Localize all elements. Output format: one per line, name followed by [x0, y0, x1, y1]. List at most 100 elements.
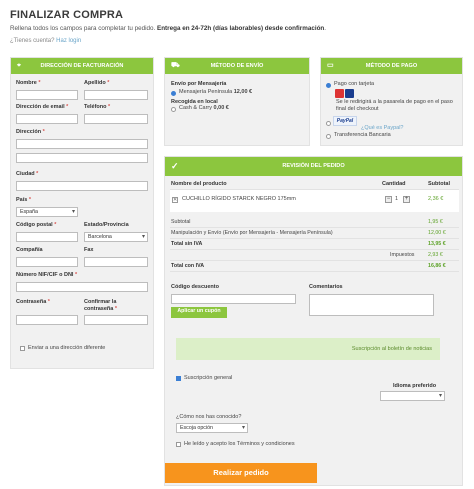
otra-direccion-label: Enviar a una dirección diferente	[28, 345, 106, 351]
check-icon: ✓	[171, 161, 179, 171]
nif-label: Número NIF/CIF o DNI *	[16, 272, 78, 278]
fax-input[interactable]	[84, 257, 148, 267]
location-icon: ⌖	[17, 62, 21, 69]
ciudad-input[interactable]	[16, 181, 148, 191]
apellido-input[interactable]	[84, 90, 148, 100]
paypal-info-link[interactable]: ¿Qué es Paypal?	[361, 125, 404, 131]
page-subtitle: Rellena todos los campos para completar …	[10, 25, 327, 32]
totals-row-label: Subtotal	[171, 219, 191, 225]
totals-row-label: Impuestos	[390, 252, 415, 258]
mensajeria-option: Mensajería Península 12,00 €	[179, 89, 253, 95]
newsletter-checkbox[interactable]	[176, 376, 181, 381]
totals-row: Manipulación y Envío (Envío por Mensajer…	[170, 228, 459, 239]
transferencia-option: Transferencia Bancaria	[334, 132, 391, 138]
discount-input[interactable]	[171, 294, 296, 304]
remove-product-icon[interactable]: ✕	[172, 197, 178, 203]
fax-label: Fax	[84, 247, 94, 253]
email-input[interactable]	[16, 114, 78, 124]
confirmar-label-line2: contraseña *	[84, 306, 118, 312]
newsletter-banner-text: Suscripción al boletín de noticias	[351, 346, 432, 352]
cash-carry-radio[interactable]	[171, 107, 176, 112]
billing-panel: ⌖ DIRECCIÓN DE FACTURACIÓN Nombre * Apell…	[10, 57, 154, 369]
pais-select[interactable]: España	[16, 207, 78, 217]
contrasena-input[interactable]	[16, 315, 78, 325]
direccion-input-2[interactable]	[16, 153, 148, 163]
nombre-input[interactable]	[16, 90, 78, 100]
page-title: FINALIZAR COMPRA	[10, 9, 124, 21]
col-subtotal-header: Subtotal	[428, 181, 450, 187]
provincia-label: Estado/Provincia	[84, 222, 129, 228]
language-select[interactable]	[380, 391, 445, 401]
totals-row-label: Manipulación y Envío (Envío por Mensajer…	[171, 230, 333, 236]
card-logos-icon	[335, 89, 355, 98]
tarjeta-radio[interactable]	[326, 83, 331, 88]
language-label: Idioma preferido	[393, 383, 437, 389]
shipping-header: ⛟ MÉTODO DE ENVÍO	[165, 58, 309, 74]
telefono-label: Teléfono *	[84, 104, 111, 110]
totals-list: Subtotal 1,95 € Manipulación y Envío (Enví…	[170, 217, 459, 272]
totals-row-value: 16,86 €	[428, 263, 446, 269]
totals-row-value: 13,95 €	[428, 241, 446, 247]
how-label: ¿Cómo nos has conocido?	[176, 414, 242, 420]
totals-row-label: Total con IVA	[171, 263, 205, 269]
apply-coupon-button[interactable]: Aplicar un cupón	[171, 307, 227, 318]
submit-order-button[interactable]: Realizar pedido	[165, 463, 317, 483]
totals-row-value: 1,95 €	[428, 219, 443, 225]
tarjeta-option: Pago con tarjeta	[334, 81, 375, 87]
billing-header: ⌖ DIRECCIÓN DE FACTURACIÓN	[11, 58, 153, 74]
paypal-radio[interactable]	[326, 121, 331, 126]
comments-textarea[interactable]	[309, 294, 434, 316]
mensajeria-radio[interactable]	[171, 91, 176, 96]
newsletter-banner: Suscripción al boletín de noticias	[176, 338, 440, 360]
payment-panel: ▭ MÉTODO DE PAGO Pago con tarjeta Se le r…	[320, 57, 463, 146]
codigo-postal-input[interactable]	[16, 232, 78, 242]
totals-row-value: 12,00 €	[428, 230, 446, 236]
qty-value[interactable]: 1	[395, 196, 398, 202]
telefono-input[interactable]	[84, 114, 148, 124]
contrasena-label: Contraseña *	[16, 299, 50, 305]
totals-row: Total sin IVA 13,95 €	[170, 239, 459, 250]
product-price: 2,36 €	[428, 196, 444, 202]
confirmar-contrasena-input[interactable]	[84, 315, 148, 325]
paypal-logo: PayPal	[333, 116, 357, 126]
terms-checkbox[interactable]	[176, 442, 181, 447]
col-qty-header: Cantidad	[382, 181, 406, 187]
review-header: ✓ REVISIÓN DEL PEDIDO	[165, 157, 462, 176]
email-label: Dirección de email *	[16, 104, 69, 110]
product-name: CUCHILLO RÍGIDO STARCK NEGRO 175mm	[182, 196, 296, 202]
newsletter-check-label: Suscripción general	[184, 375, 233, 381]
compania-input[interactable]	[16, 257, 78, 267]
nombre-label: Nombre *	[16, 80, 41, 86]
payment-header: ▭ MÉTODO DE PAGO	[321, 58, 462, 74]
terms-label: He leído y acepto los Términos y condici…	[184, 441, 295, 447]
card-icon: ▭	[327, 62, 334, 69]
direccion-input-1[interactable]	[16, 139, 148, 149]
qty-minus-button[interactable]: −	[385, 196, 392, 203]
transferencia-radio[interactable]	[326, 134, 331, 139]
ciudad-label: Ciudad *	[16, 171, 39, 177]
compania-label: Compañía	[16, 247, 43, 253]
pais-label: País *	[16, 197, 31, 203]
shipping-panel: ⛟ MÉTODO DE ENVÍO Envío por Mensajería Me…	[164, 57, 310, 146]
login-link[interactable]: Haz login	[56, 38, 81, 44]
discount-label: Código descuento	[171, 284, 219, 290]
login-question: ¿Tienes cuenta?	[10, 38, 55, 44]
otra-direccion-checkbox[interactable]	[20, 346, 25, 351]
how-select[interactable]: Escoja opción	[176, 423, 248, 433]
nif-input[interactable]	[16, 282, 148, 292]
totals-row: Total con IVA 16,86 €	[170, 261, 459, 272]
shipping-group-mensajeria: Envío por Mensajería	[171, 81, 227, 87]
totals-row-label: Total sin IVA	[171, 241, 203, 247]
totals-row: Subtotal 1,95 €	[170, 217, 459, 228]
confirmar-label-line1: Confirmar la	[84, 299, 117, 305]
apellido-label: Apellido *	[84, 80, 110, 86]
qty-plus-button[interactable]: +	[403, 196, 410, 203]
totals-row: Impuestos 2,93 €	[170, 250, 459, 261]
provincia-select[interactable]: Barcelona	[84, 232, 148, 242]
col-name-header: Nombre del producto	[171, 181, 227, 187]
truck-icon: ⛟	[171, 62, 180, 69]
totals-row-value: 2,93 €	[428, 252, 443, 258]
codigo-postal-label: Código postal *	[16, 222, 57, 228]
cash-carry-option: Cash & Carry 0,00 €	[179, 105, 229, 111]
direccion-label: Dirección *	[16, 129, 45, 135]
